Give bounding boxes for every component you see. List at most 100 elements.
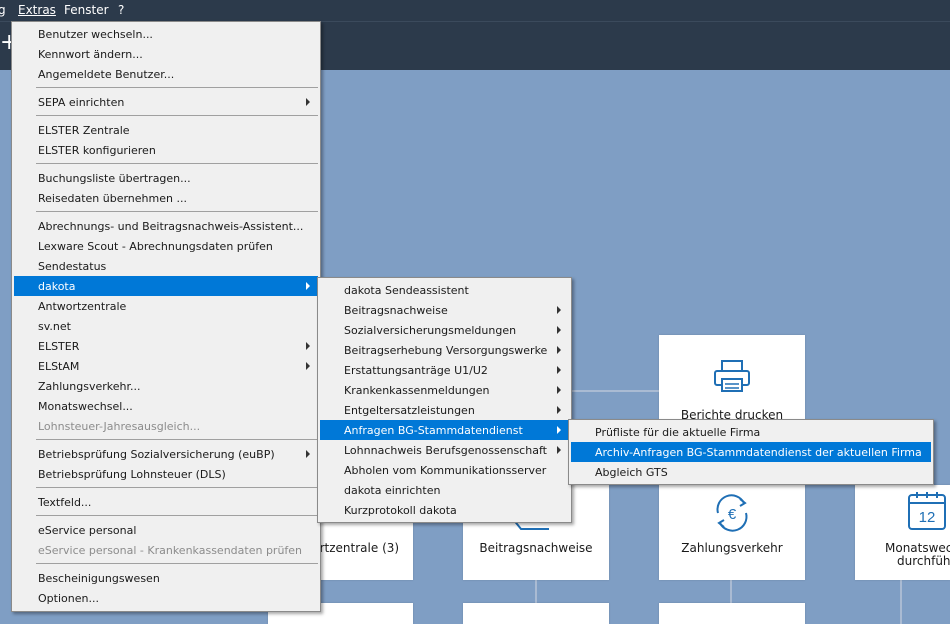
menu-item-beitragserhebung-versorgungswerke[interactable]: Beitragserhebung Versorgungswerke [320, 340, 569, 360]
menu-separator [36, 515, 318, 516]
menu-item-elstam[interactable]: ELStAM [14, 356, 318, 376]
chevron-right-icon [557, 386, 561, 394]
tile-partial [463, 603, 609, 624]
tile-berichte-drucken[interactable]: Berichte drucken [659, 335, 805, 425]
menu-item-sepa-einrichten[interactable]: SEPA einrichten [14, 92, 318, 112]
menu-item-buchungsliste-übertragen[interactable]: Buchungsliste übertragen... [14, 168, 318, 188]
menu-item-elster[interactable]: ELSTER [14, 336, 318, 356]
menu-separator [36, 211, 318, 212]
menu-item-label: Krankenkassenmeldungen [344, 384, 490, 397]
menu-item-monatswechsel[interactable]: Monatswechsel... [14, 396, 318, 416]
menu-item-label: Kurzprotokoll dakota [344, 504, 457, 517]
menu-item-label: Lexware Scout - Abrechnungsdaten prüfen [38, 240, 273, 253]
menu-item-label: Optionen... [38, 592, 99, 605]
menubar-item-help[interactable]: ? [118, 3, 124, 17]
menu-item-label: Abgleich GTS [595, 466, 668, 479]
menu-item-archiv-anfragen-bg-stammdatendienst-der-aktuellen-firma[interactable]: Archiv-Anfragen BG-Stammdatendienst der … [571, 442, 931, 462]
menu-item-label: Benutzer wechseln... [38, 28, 153, 41]
chevron-right-icon [557, 346, 561, 354]
menu-bar: g Extras Fenster ? [0, 0, 950, 21]
tile-label-line2: durchführen [897, 554, 950, 568]
extras-menu: Benutzer wechseln... Kennwort ändern... An… [11, 21, 321, 612]
menu-item-antwortzentrale[interactable]: Antwortzentrale [14, 296, 318, 316]
menu-separator [36, 163, 318, 164]
chevron-right-icon [306, 282, 310, 290]
chevron-right-icon [557, 406, 561, 414]
menubar-item-fenster[interactable]: Fenster [64, 3, 109, 17]
menu-item-dakota-einrichten[interactable]: dakota einrichten [320, 480, 569, 500]
menu-item-elster-konfigurieren[interactable]: ELSTER konfigurieren [14, 140, 318, 160]
menu-item-eservice-personal[interactable]: eService personal [14, 520, 318, 540]
menu-item-erstattungsanträge-u1-u2[interactable]: Erstattungsanträge U1/U2 [320, 360, 569, 380]
menu-item-label: Angemeldete Benutzer... [38, 68, 175, 81]
menu-item-anfragen-bg-stammdatendienst[interactable]: Anfragen BG-Stammdatendienst [320, 420, 569, 440]
menu-item-label: Betriebsprüfung Sozialversicherung (euBP… [38, 448, 275, 461]
chevron-right-icon [306, 342, 310, 350]
menu-item-benutzer-wechseln[interactable]: Benutzer wechseln... [14, 24, 318, 44]
menu-item-label: Beitragserhebung Versorgungswerke [344, 344, 548, 357]
menu-item-zahlungsverkehr[interactable]: Zahlungsverkehr... [14, 376, 318, 396]
menubar-item-partial[interactable]: g [0, 3, 6, 17]
svg-text:€: € [728, 506, 737, 523]
menu-item-label: Archiv-Anfragen BG-Stammdatendienst der … [595, 446, 922, 459]
calendar-day: 12 [919, 509, 936, 526]
chevron-right-icon [557, 306, 561, 314]
menu-item-label: Textfeld... [38, 496, 92, 509]
menu-separator [36, 487, 318, 488]
menu-item-label: Lohnnachweis Berufsgenossenschaft [344, 444, 547, 457]
chevron-right-icon [306, 450, 310, 458]
menu-item-beitragsnachweise[interactable]: Beitragsnachweise [320, 300, 569, 320]
menu-item-eservice-personal-krankenkassendaten-prüfen: eService personal - Krankenkassendaten p… [14, 540, 318, 560]
menu-item-label: Monatswechsel... [38, 400, 133, 413]
menu-item-abgleich-gts[interactable]: Abgleich GTS [571, 462, 931, 482]
menubar-item-extras[interactable]: Extras [18, 3, 56, 17]
menu-item-entgeltersatzleistungen[interactable]: Entgeltersatzleistungen [320, 400, 569, 420]
menu-item-elster-zentrale[interactable]: ELSTER Zentrale [14, 120, 318, 140]
menu-item-label: eService personal [38, 524, 137, 537]
chevron-right-icon [306, 98, 310, 106]
menu-item-abholen-vom-kommunikationsserver[interactable]: Abholen vom Kommunikationsserver [320, 460, 569, 480]
bg-stammdatendienst-submenu: Prüfliste für die aktuelle Firma Archiv-A… [568, 419, 934, 485]
menu-item-kennwort-ändern[interactable]: Kennwort ändern... [14, 44, 318, 64]
menu-item-label: Anfragen BG-Stammdatendienst [344, 424, 523, 437]
chevron-right-icon [557, 366, 561, 374]
menu-separator [36, 115, 318, 116]
menu-separator [36, 439, 318, 440]
menu-item-sendestatus[interactable]: Sendestatus [14, 256, 318, 276]
menu-item-prüfliste-für-die-aktuelle-firma[interactable]: Prüfliste für die aktuelle Firma [571, 422, 931, 442]
menu-item-label: SEPA einrichten [38, 96, 125, 109]
menu-item-label: Lohnsteuer-Jahresausgleich... [38, 420, 201, 433]
menu-item-betriebsprüfung-sozialversicherung-eubp[interactable]: Betriebsprüfung Sozialversicherung (euBP… [14, 444, 318, 464]
tile-monatswechsel[interactable]: 12 Monatswechsel durchführen [855, 485, 950, 580]
menu-item-label: Abrechnungs- und Beitragsnachweis-Assist… [38, 220, 304, 233]
menu-item-label: Antwortzentrale [38, 300, 127, 313]
menu-item-kurzprotokoll-dakota[interactable]: Kurzprotokoll dakota [320, 500, 569, 520]
menu-item-label: Beitragsnachweise [344, 304, 448, 317]
menu-item-sv-net[interactable]: sv.net [14, 316, 318, 336]
menu-item-lohnnachweis-berufsgenossenschaft[interactable]: Lohnnachweis Berufsgenossenschaft [320, 440, 569, 460]
menu-item-label: dakota einrichten [344, 484, 441, 497]
menu-item-reisedaten-übernehmen[interactable]: Reisedaten übernehmen ... [14, 188, 318, 208]
menu-item-bescheinigungswesen[interactable]: Bescheinigungswesen [14, 568, 318, 588]
menu-item-optionen[interactable]: Optionen... [14, 588, 318, 608]
euro-exchange-icon: € [716, 494, 748, 532]
menu-item-dakota-sendeassistent[interactable]: dakota Sendeassistent [320, 280, 569, 300]
menu-item-textfeld[interactable]: Textfeld... [14, 492, 318, 512]
menu-item-krankenkassenmeldungen[interactable]: Krankenkassenmeldungen [320, 380, 569, 400]
menu-separator [36, 563, 318, 564]
chevron-right-icon [557, 326, 561, 334]
menu-item-dakota[interactable]: dakota [14, 276, 318, 296]
menu-item-betriebsprüfung-lohnsteuer-dls[interactable]: Betriebsprüfung Lohnsteuer (DLS) [14, 464, 318, 484]
menu-item-label: Bescheinigungswesen [38, 572, 160, 585]
menu-item-sozialversicherungsmeldungen[interactable]: Sozialversicherungsmeldungen [320, 320, 569, 340]
dakota-submenu: dakota Sendeassistent Beitragsnachweise So… [317, 277, 572, 523]
chevron-right-icon [557, 426, 561, 434]
menu-item-label: Entgeltersatzleistungen [344, 404, 475, 417]
menu-item-lexware-scout-abrechnungsdaten-prüfen[interactable]: Lexware Scout - Abrechnungsdaten prüfen [14, 236, 318, 256]
tile-zahlungsverkehr[interactable]: € Zahlungsverkehr [659, 485, 805, 580]
menu-item-angemeldete-benutzer[interactable]: Angemeldete Benutzer... [14, 64, 318, 84]
menu-item-label: sv.net [38, 320, 71, 333]
menu-item-label: Sozialversicherungsmeldungen [344, 324, 517, 337]
menu-item-label: Erstattungsanträge U1/U2 [344, 364, 488, 377]
menu-item-abrechnungs-und-beitragsnachweis-assistent[interactable]: Abrechnungs- und Beitragsnachweis-Assist… [14, 216, 318, 236]
